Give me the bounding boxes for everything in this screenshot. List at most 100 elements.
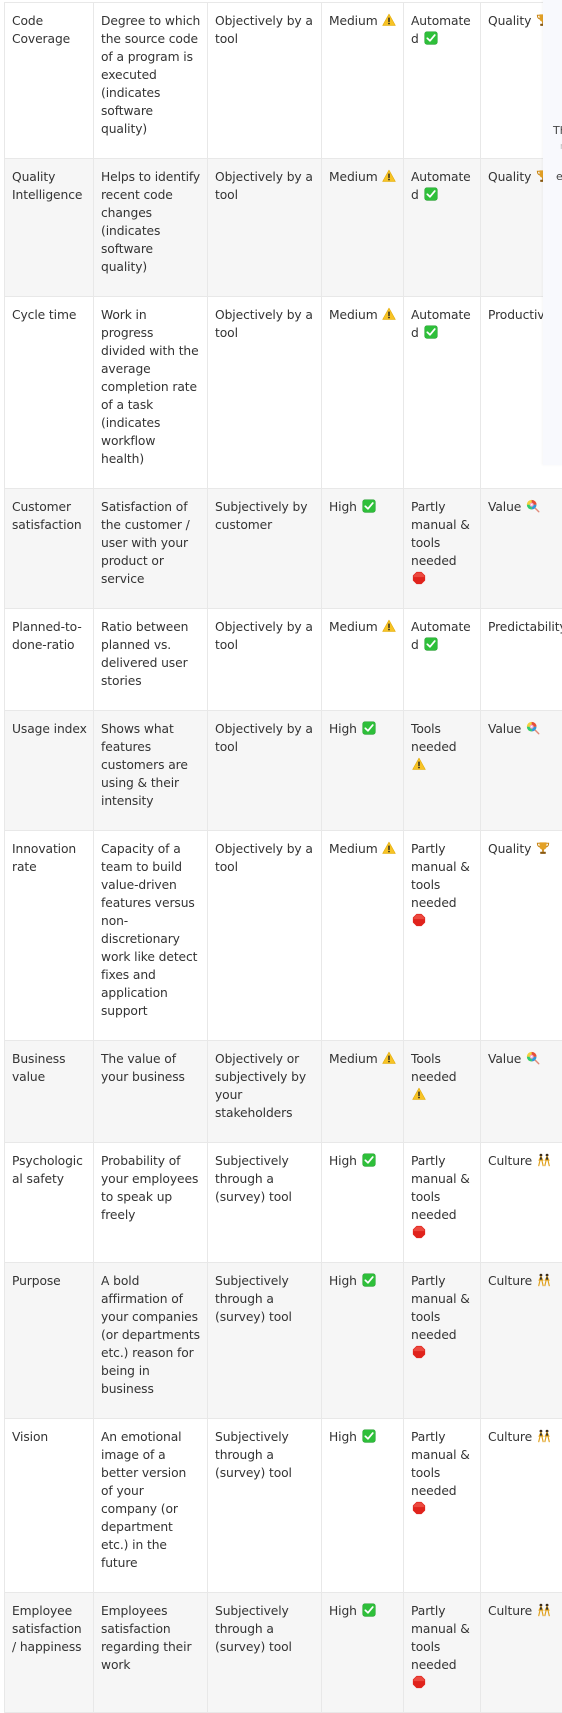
metric-description: Shows what features customers are using …: [101, 722, 188, 808]
table-row: Usage index Shows what features customer…: [5, 711, 562, 831]
metric-automation-cell: Tools needed: [404, 711, 481, 831]
stop-sign-icon: [412, 571, 426, 585]
metric-category-cell: Culture: [481, 1143, 562, 1263]
metric-automation: Partly manual & tools needed: [411, 1154, 470, 1222]
metric-effort: High: [329, 500, 357, 514]
metric-name-cell: Employee satisfaction / happiness: [5, 1593, 94, 1713]
metric-category: Culture: [488, 1154, 532, 1168]
metric-effort: High: [329, 1274, 357, 1288]
metric-name-cell: Cycle time: [5, 297, 94, 489]
metric-name-cell: Code Coverage: [5, 3, 94, 159]
table-row: Customer satisfaction Satisfaction of th…: [5, 489, 562, 609]
metric-measurement: Subjectively through a (survey) tool: [215, 1274, 292, 1324]
table-row: Business value The value of your busines…: [5, 1041, 562, 1143]
metric-name-cell: Innovation rate: [5, 831, 94, 1041]
metric-name: Cycle time: [12, 308, 76, 322]
metric-name: Planned-to-done-ratio: [12, 620, 82, 652]
metric-description-cell: Satisfaction of the customer / user with…: [94, 489, 208, 609]
stop-sign-icon: [412, 1675, 426, 1689]
metric-automation-cell: Partly manual & tools needed: [404, 1143, 481, 1263]
metric-measurement: Subjectively by customer: [215, 500, 307, 532]
check-box-icon: [424, 31, 438, 45]
warning-icon: [412, 757, 426, 771]
warning-icon: [382, 307, 396, 321]
metric-measurement: Objectively by a tool: [215, 842, 313, 874]
metric-automation: Automated: [411, 14, 471, 46]
metric-description-cell: Capacity of a team to build value-driven…: [94, 831, 208, 1041]
metric-effort: High: [329, 1154, 357, 1168]
metric-automation: Partly manual & tools needed: [411, 1604, 470, 1672]
stop-sign-icon: [412, 913, 426, 927]
dancers-icon: [537, 1273, 551, 1287]
dancers-icon: [537, 1603, 551, 1617]
metric-measurement-cell: Objectively by a tool: [208, 609, 322, 711]
metric-measurement-cell: Subjectively through a (survey) tool: [208, 1143, 322, 1263]
metric-measurement: Objectively by a tool: [215, 308, 313, 340]
check-box-icon: [424, 325, 438, 339]
metric-effort: Medium: [329, 170, 378, 184]
metric-effort-cell: Medium: [322, 297, 404, 489]
metric-name-cell: Usage index: [5, 711, 94, 831]
metric-name: Purpose: [12, 1274, 61, 1288]
metric-measurement-cell: Subjectively through a (survey) tool: [208, 1419, 322, 1593]
metric-category-cell: Culture: [481, 1263, 562, 1419]
metric-category: Quality: [488, 842, 531, 856]
metric-measurement-cell: Objectively by a tool: [208, 711, 322, 831]
check-box-icon: [362, 499, 376, 513]
metric-automation-cell: Partly manual & tools needed: [404, 831, 481, 1041]
metric-description-cell: Probability of your employees to speak u…: [94, 1143, 208, 1263]
metric-category: Quality: [488, 14, 531, 28]
warning-icon: [382, 619, 396, 633]
metric-name: Customer satisfaction: [12, 500, 82, 532]
table-row: Innovation rate Capacity of a team to bu…: [5, 831, 562, 1041]
metric-name-cell: Purpose: [5, 1263, 94, 1419]
metric-effort: Medium: [329, 620, 378, 634]
metric-name: Code Coverage: [12, 14, 70, 46]
metric-description: Employees satisfaction regarding their w…: [101, 1604, 191, 1672]
metric-description: An emotional image of a better version o…: [101, 1430, 186, 1570]
metric-category: Culture: [488, 1274, 532, 1288]
metric-automation: Tools needed: [411, 1052, 457, 1084]
warning-icon: [382, 1051, 396, 1065]
metric-description: Degree to which the source code of a pro…: [101, 14, 200, 136]
table-row: Psychological safety Probability of your…: [5, 1143, 562, 1263]
metric-category: Culture: [488, 1430, 532, 1444]
metric-category: Culture: [488, 1604, 532, 1618]
metric-category-cell: Value: [481, 1041, 562, 1143]
table-row: Planned-to-done-ratio Ratio between plan…: [5, 609, 562, 711]
metric-effort: High: [329, 1604, 357, 1618]
metric-description: Capacity of a team to build value-driven…: [101, 842, 197, 1018]
metric-automation: Automated: [411, 170, 471, 202]
metric-description-cell: A bold affirmation of your companies (or…: [94, 1263, 208, 1419]
metric-effort-cell: Medium: [322, 159, 404, 297]
metric-automation-cell: Partly manual & tools needed: [404, 1419, 481, 1593]
metric-effort-cell: High: [322, 1263, 404, 1419]
metric-effort-cell: High: [322, 489, 404, 609]
metric-automation-cell: Automated: [404, 3, 481, 159]
metric-effort-cell: Medium: [322, 3, 404, 159]
metric-measurement-cell: Objectively by a tool: [208, 3, 322, 159]
metric-description-cell: An emotional image of a better version o…: [94, 1419, 208, 1593]
metric-category-cell: Culture: [481, 1593, 562, 1713]
check-box-icon: [424, 187, 438, 201]
warning-icon: [382, 169, 396, 183]
metric-automation-cell: Automated: [404, 159, 481, 297]
metric-description-cell: Ratio between planned vs. delivered user…: [94, 609, 208, 711]
metric-category: Predictability: [488, 620, 562, 634]
metric-effort-cell: Medium: [322, 831, 404, 1041]
metric-name-cell: Quality Intelligence: [5, 159, 94, 297]
stop-sign-icon: [412, 1225, 426, 1239]
stop-sign-icon: [412, 1345, 426, 1359]
metric-description-cell: Work in progress divided with the averag…: [94, 297, 208, 489]
check-box-icon: [362, 1153, 376, 1167]
metric-measurement-cell: Subjectively through a (survey) tool: [208, 1593, 322, 1713]
metric-name-cell: Planned-to-done-ratio: [5, 609, 94, 711]
side-overlay-panel[interactable]: Th r e: [543, 0, 562, 465]
metric-effort: High: [329, 1430, 357, 1444]
metric-category: Value: [488, 500, 521, 514]
table-row: Vision An emotional image of a better ve…: [5, 1419, 562, 1593]
metric-description: A bold affirmation of your companies (or…: [101, 1274, 200, 1396]
metric-category-cell: Predictability: [481, 609, 562, 711]
metric-name: Innovation rate: [12, 842, 76, 874]
metric-measurement: Objectively by a tool: [215, 14, 313, 46]
